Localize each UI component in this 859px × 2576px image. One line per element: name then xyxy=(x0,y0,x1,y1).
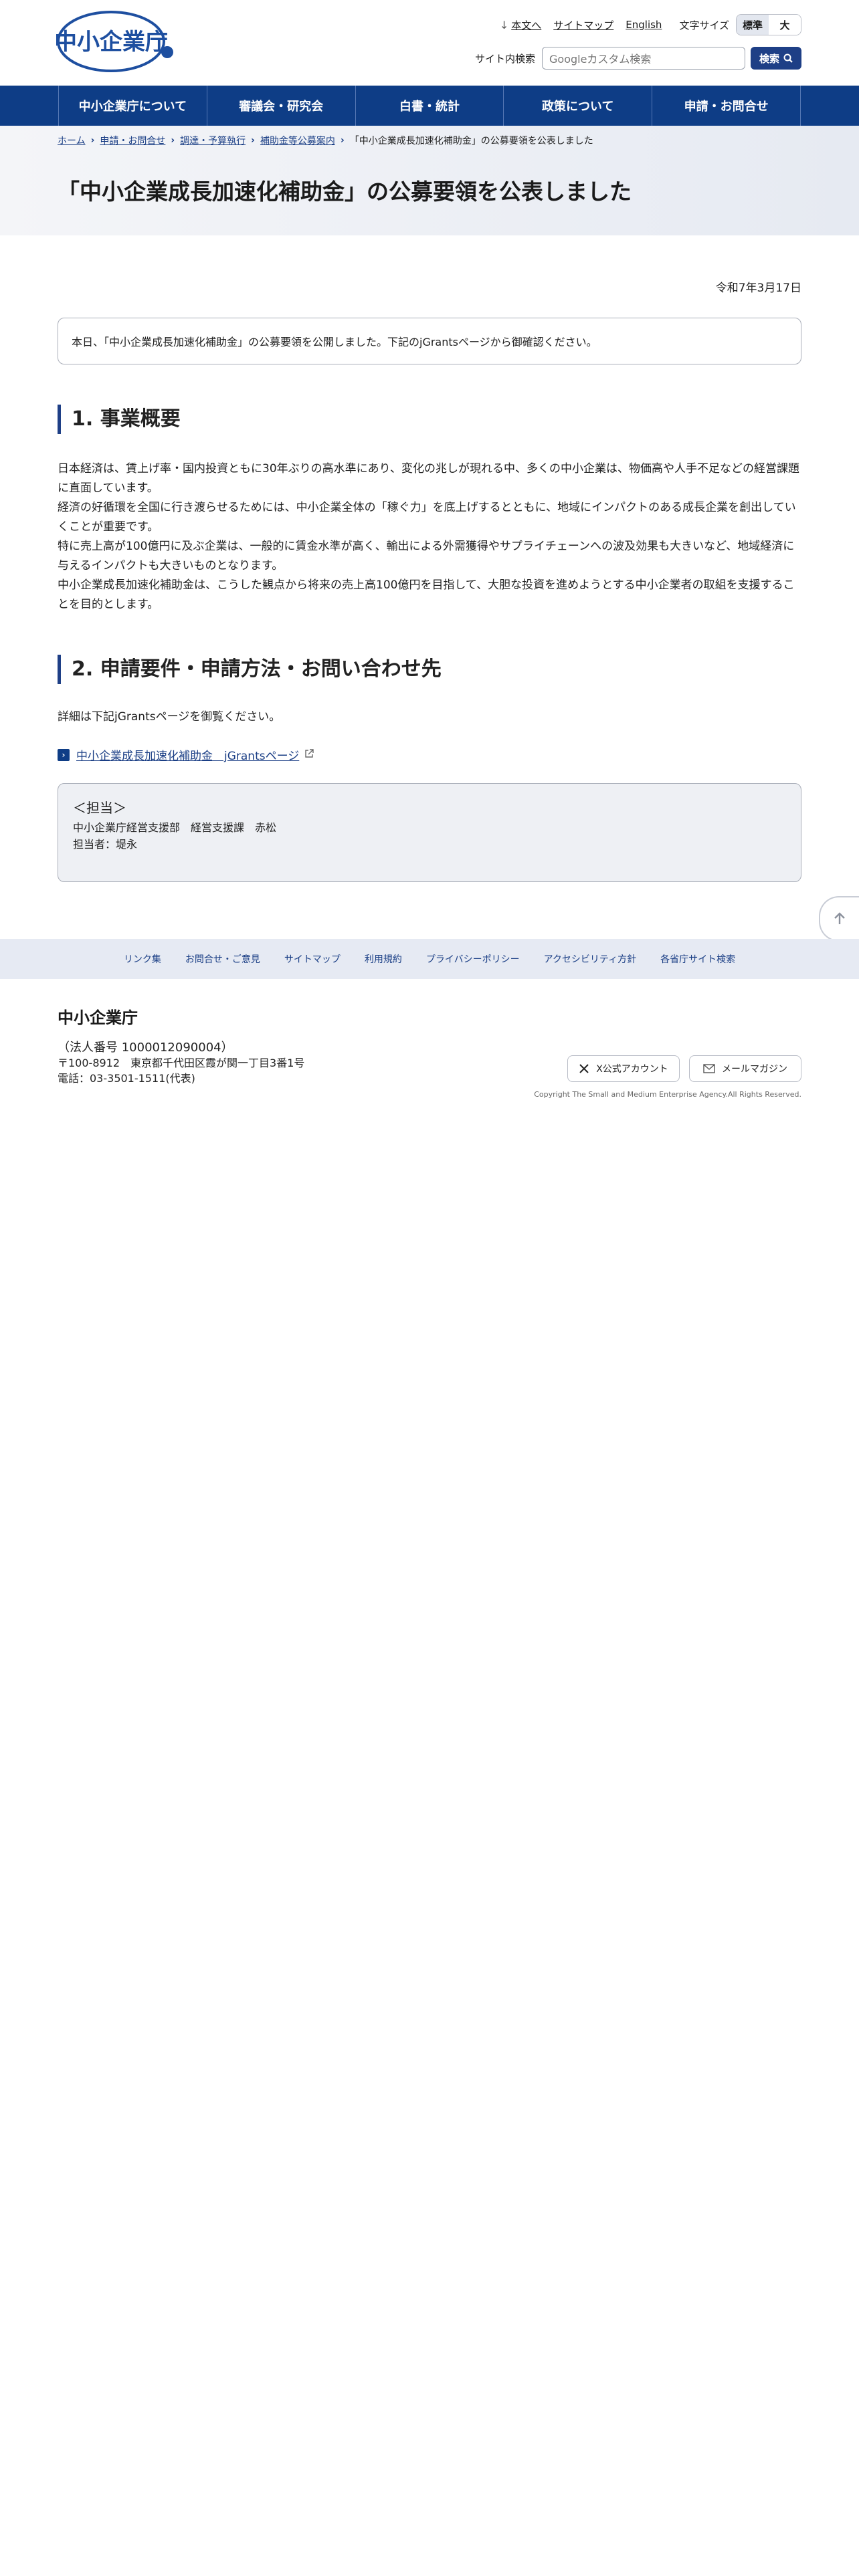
jgrants-link[interactable]: 中小企業成長加速化補助金 jGrantsページ xyxy=(76,746,299,763)
contact-department: 中小企業庁経営支援部 経営支援課 赤松 xyxy=(73,821,277,834)
corp-number: （法人番号 1000012090004） xyxy=(58,1041,233,1055)
breadcrumb: ホーム › 申請・お問合せ › 調達・予算執行 › 補助金等公募案内 › 「中小… xyxy=(58,134,593,147)
chevron-right-icon: › xyxy=(251,135,255,146)
chevron-right-icon: › xyxy=(90,135,95,146)
nav-item-councils[interactable]: 審議会・研究会 xyxy=(207,86,356,126)
page-title: 「中小企業成長加速化補助金」の公募要領を公表しました xyxy=(58,179,632,205)
footer-link-sitemap[interactable]: サイトマップ xyxy=(284,952,341,966)
breadcrumb-application[interactable]: 申請・お問合せ xyxy=(100,134,165,147)
footer-buttons: X公式アカウント メールマガジン xyxy=(558,1055,801,1082)
footer-link-privacy[interactable]: プライバシーポリシー xyxy=(426,952,520,966)
site-search: サイト内検索 Googleカスタム検索 検索 xyxy=(475,47,801,70)
search-input[interactable]: Googleカスタム検索 xyxy=(542,47,745,70)
notice-box: 本日、「中小企業成長加速化補助金」の公募要領を公開しました。下記のjGrants… xyxy=(58,318,801,364)
main-content: 令和7年3月17日 本日、「中小企業成長加速化補助金」の公募要領を公開しました。… xyxy=(58,235,801,882)
arrow-down-icon: ↓ xyxy=(499,18,509,31)
font-size-toggle: 標準 大 xyxy=(736,14,801,35)
page-top-button[interactable] xyxy=(819,896,859,942)
search-icon xyxy=(783,53,793,63)
paragraph: 特に売上高が100億円に及ぶ企業は、一般的に賃金水準が高く、輸出による外需獲得や… xyxy=(58,540,795,572)
title-band: ホーム › 申請・お問合せ › 調達・予算執行 › 補助金等公募案内 › 「中小… xyxy=(0,126,859,235)
x-logo-icon xyxy=(579,1064,589,1073)
detail-text: 詳細は下記jGrantsページを御覧ください。 xyxy=(58,710,281,724)
logo-emblem: 中小企業庁 xyxy=(56,11,173,72)
copyright: Copyright The Small and Medium Enterpris… xyxy=(534,1090,801,1099)
site-footer: 中小企業庁 （法人番号 1000012090004） 〒100-8912 東京都… xyxy=(58,1004,801,1105)
mail-icon xyxy=(703,1064,715,1073)
jgrants-link-row: › 中小企業成長加速化補助金 jGrantsページ xyxy=(58,746,801,763)
nav-item-application[interactable]: 申請・お問合せ xyxy=(652,86,801,126)
search-button[interactable]: 検索 xyxy=(751,47,801,70)
skip-to-content-link[interactable]: 本文へ xyxy=(511,18,541,32)
footer-link-ministries[interactable]: 各省庁サイト検索 xyxy=(660,952,735,966)
mail-magazine-button[interactable]: メールマガジン xyxy=(689,1055,801,1082)
mail-magazine-label: メールマガジン xyxy=(722,1064,787,1075)
chevron-right-icon: › xyxy=(340,135,345,146)
section-heading-overview: 1. 事業概要 xyxy=(58,405,801,434)
section-heading-application: 2. 申請要件・申請方法・お問い合わせ先 xyxy=(58,655,801,684)
footer-link-accessibility[interactable]: アクセシビリティ方針 xyxy=(544,952,636,966)
paragraph: 日本経済は、賃上げ率・国内投資ともに30年ぶりの高水準にあり、変化の兆しが現れる… xyxy=(58,462,799,495)
font-size-large-button[interactable]: 大 xyxy=(769,15,801,35)
x-account-button[interactable]: X公式アカウント xyxy=(567,1055,680,1082)
font-size-label: 文字サイズ xyxy=(679,19,729,31)
search-label: サイト内検索 xyxy=(474,52,535,65)
chevron-right-icon: › xyxy=(58,748,70,761)
nav-item-policy[interactable]: 政策について xyxy=(504,86,653,126)
arrow-up-icon xyxy=(834,912,845,924)
utility-links: ↓ 本文へ サイトマップ English 文字サイズ 標準 大 xyxy=(500,13,801,36)
contact-person: 担当者：堤永 xyxy=(73,838,138,851)
paragraph: 経済の好循環を全国に行き渡らせるためには、中小企業全体の「稼ぐ力」を底上げすると… xyxy=(58,501,796,534)
chevron-right-icon: › xyxy=(171,135,175,146)
footer-nav: リンク集 お問合せ・ご意見 サイトマップ 利用規約 プライバシーポリシー アクセ… xyxy=(0,939,859,979)
nav-item-about[interactable]: 中小企業庁について xyxy=(59,86,207,126)
footer-link-terms[interactable]: 利用規約 xyxy=(365,952,402,966)
site-logo[interactable]: 中小企業庁 xyxy=(56,9,174,74)
external-link-icon xyxy=(304,748,314,762)
breadcrumb-home[interactable]: ホーム xyxy=(58,134,86,147)
x-account-label: X公式アカウント xyxy=(596,1064,668,1075)
footer-link-contact[interactable]: お問合せ・ご意見 xyxy=(185,952,260,966)
font-size-standard-button[interactable]: 標準 xyxy=(737,15,769,35)
global-nav: 中小企業庁について 審議会・研究会 白書・統計 政策について 申請・お問合せ xyxy=(0,86,859,126)
overview-text: 日本経済は、賃上げ率・国内投資ともに30年ぶりの高水準にあり、変化の兆しが現れる… xyxy=(58,459,801,615)
contact-heading: ＜担当＞ xyxy=(73,800,126,816)
breadcrumb-subsidy[interactable]: 補助金等公募案内 xyxy=(260,134,335,147)
sitemap-link[interactable]: サイトマップ xyxy=(553,18,613,32)
nav-item-whitepaper[interactable]: 白書・統計 xyxy=(356,86,504,126)
logo-text: 中小企業庁 xyxy=(56,29,168,56)
footer-link-links[interactable]: リンク集 xyxy=(124,952,161,966)
breadcrumb-current: 「中小企業成長加速化補助金」の公募要領を公表しました xyxy=(349,136,593,146)
breadcrumb-procurement[interactable]: 調達・予算執行 xyxy=(180,134,246,147)
english-link[interactable]: English xyxy=(626,19,662,31)
publish-date: 令和7年3月17日 xyxy=(715,282,801,295)
contact-box: ＜担当＞ 中小企業庁経営支援部 経営支援課 赤松 担当者：堤永 xyxy=(58,783,801,882)
paragraph: 中小企業成長加速化補助金は、こうした観点から将来の売上高100億円を目指して、大… xyxy=(58,578,795,611)
search-button-label: 検索 xyxy=(759,52,779,65)
site-header: 中小企業庁 ↓ 本文へ サイトマップ English 文字サイズ 標準 大 サイ… xyxy=(0,0,859,86)
footer-agency-name: 中小企業庁 xyxy=(58,1008,138,1027)
